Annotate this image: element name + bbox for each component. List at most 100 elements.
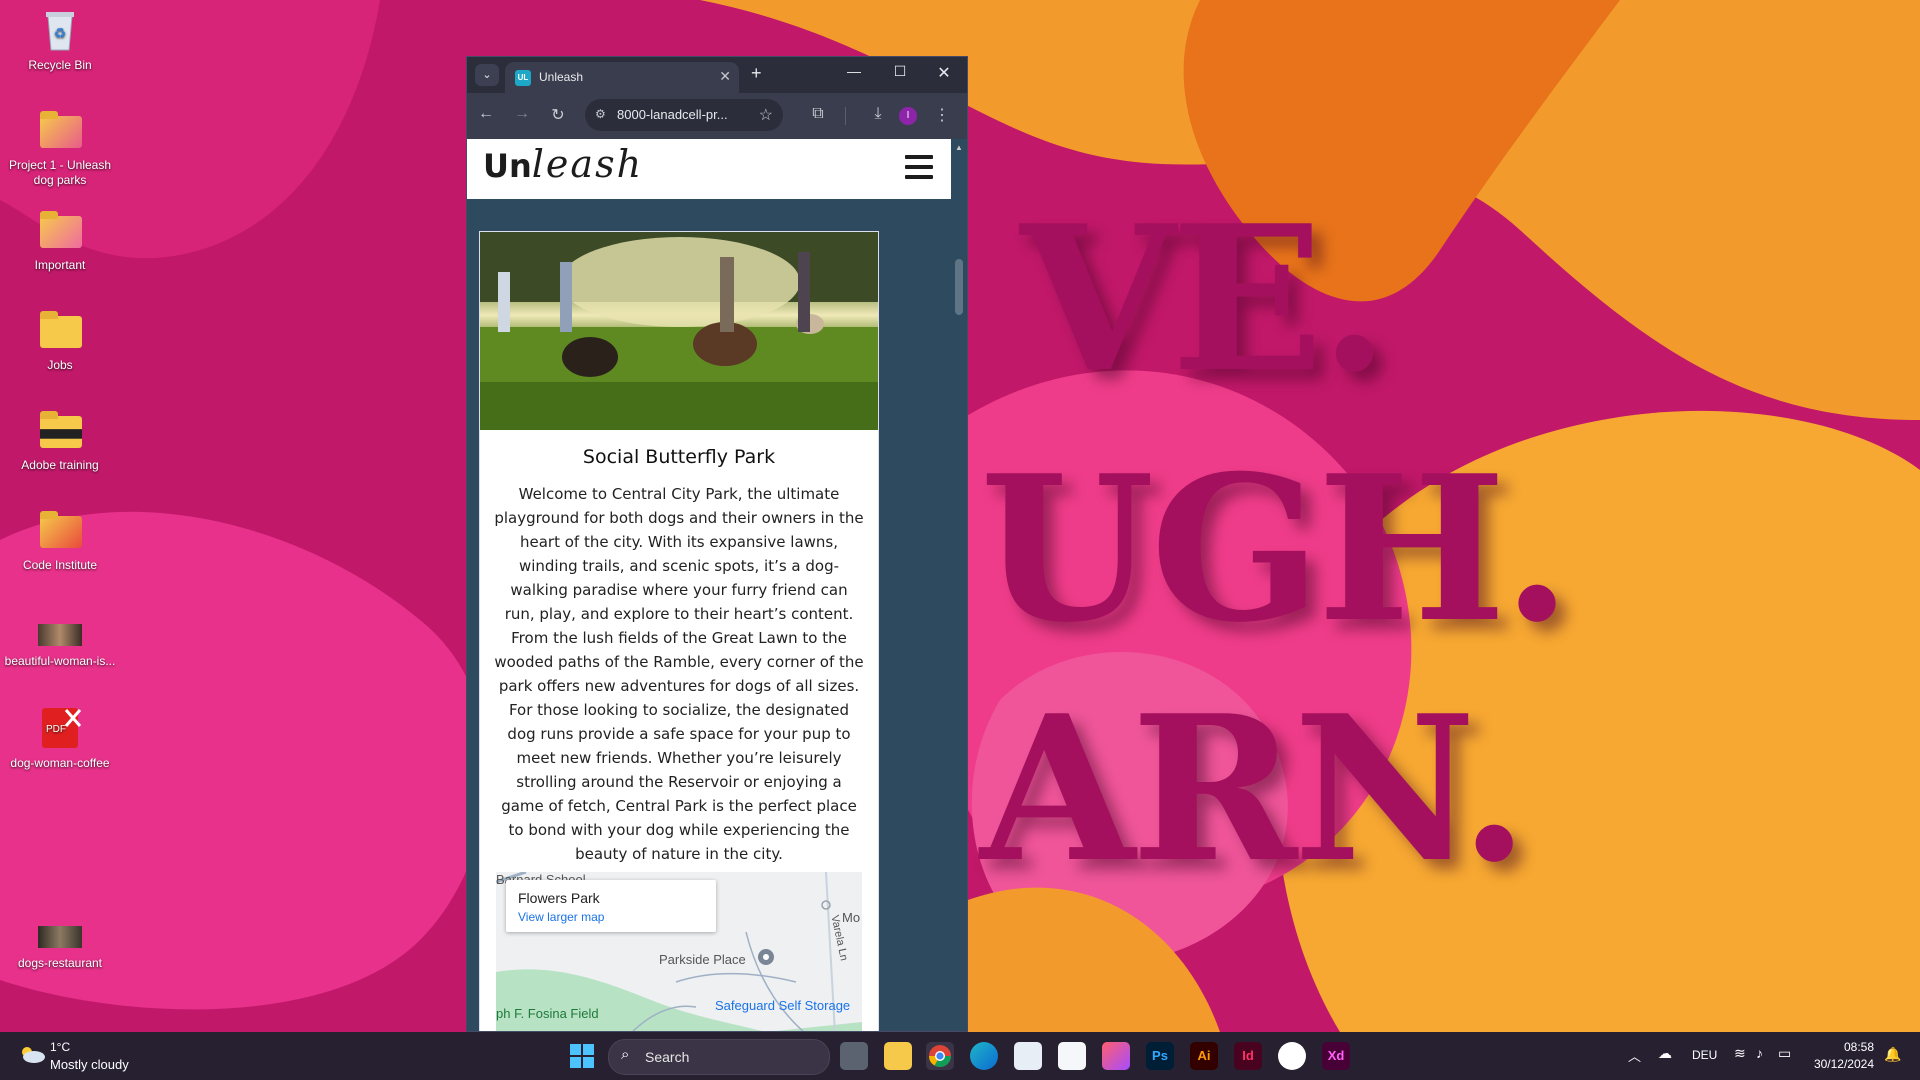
site-logo[interactable]: Unleash bbox=[483, 145, 643, 184]
profile-avatar[interactable]: I bbox=[899, 107, 917, 125]
scroll-thumb[interactable] bbox=[955, 259, 963, 315]
task-view-icon[interactable] bbox=[840, 1042, 868, 1070]
volume-icon[interactable]: ♪ bbox=[1756, 1045, 1763, 1061]
map-place-name: Flowers Park bbox=[518, 890, 600, 906]
back-icon[interactable]: ← bbox=[475, 105, 497, 123]
map-label-field: ph F. Fosina Field bbox=[496, 1006, 599, 1021]
site-header: Unleash bbox=[467, 139, 951, 199]
photoshop-icon[interactable]: Ps bbox=[1146, 1042, 1174, 1070]
cloud-weather-icon[interactable] bbox=[18, 1044, 46, 1064]
calendar-icon[interactable] bbox=[1058, 1042, 1086, 1070]
site-info-icon[interactable]: ⚙ bbox=[595, 107, 606, 121]
pdf-icon: PDF bbox=[36, 706, 84, 750]
wallpaper-word-1: VE. bbox=[1020, 182, 1389, 417]
search-icon: ⌕ bbox=[621, 1046, 630, 1063]
folder-icon bbox=[36, 108, 84, 152]
clock-date[interactable]: 30/12/2024 bbox=[1794, 1057, 1874, 1071]
onedrive-icon[interactable]: ☁ bbox=[1658, 1045, 1672, 1062]
folder-icon bbox=[36, 508, 84, 552]
desktop-icon-label: Adobe training bbox=[21, 458, 99, 472]
desktop-icon-label: Recycle Bin bbox=[28, 58, 92, 72]
park-photo bbox=[480, 232, 878, 430]
language-indicator[interactable]: DEU bbox=[1692, 1048, 1717, 1062]
menu-icon[interactable]: ⋮ bbox=[931, 105, 953, 125]
download-icon[interactable]: ⤓ bbox=[867, 105, 889, 123]
map-info-box: Flowers Park View larger map bbox=[506, 880, 716, 932]
hamburger-menu-icon[interactable] bbox=[905, 155, 933, 181]
image-thumbnail-icon bbox=[36, 620, 84, 648]
weather-temperature[interactable]: 1°C bbox=[50, 1040, 70, 1054]
store-icon[interactable] bbox=[1014, 1042, 1042, 1070]
tab-title: Unleash bbox=[539, 70, 584, 84]
windows-start-icon[interactable] bbox=[570, 1044, 594, 1068]
desktop-icon-woman-image[interactable]: beautiful-woman-is... bbox=[0, 620, 120, 669]
desktop-icon-adobe-training[interactable]: Adobe training bbox=[0, 408, 120, 473]
map-label-parkside: Parkside Place bbox=[659, 952, 746, 967]
wallpaper-word-2: UGH. bbox=[980, 432, 1572, 667]
creative-cloud-icon[interactable] bbox=[1102, 1042, 1130, 1070]
park-description: Welcome to Central City Park, the ultima… bbox=[494, 485, 864, 863]
desktop-icon-label: Code Institute bbox=[22, 558, 98, 572]
embedded-map[interactable]: Barnard School Mo Varela Ln Parkside Pla… bbox=[496, 872, 862, 1031]
desktop-icon-recycle-bin[interactable]: ♻ Recycle Bin bbox=[0, 8, 120, 73]
tab-unleash[interactable]: UL Unleash ✕ bbox=[505, 62, 739, 93]
chevron-up-icon[interactable]: ︿ bbox=[1628, 1046, 1641, 1065]
extensions-icon[interactable]: ⧉ bbox=[807, 105, 829, 123]
desktop-icon-dogs-restaurant[interactable]: dogs-restaurant bbox=[0, 922, 120, 971]
desktop-icon-code-institute[interactable]: Code Institute bbox=[0, 508, 120, 573]
scroll-up-icon[interactable]: ▲ bbox=[955, 143, 963, 152]
close-window-icon[interactable]: ✕ bbox=[929, 63, 959, 83]
desktop-icon-label: dog-woman-coffee bbox=[10, 756, 110, 770]
tab-strip: ⌄ UL Unleash ✕ + — ☐ ✕ bbox=[467, 57, 967, 93]
desktop-icon-pdf[interactable]: PDF dog-woman-coffee bbox=[0, 706, 120, 771]
battery-icon[interactable]: ▭ bbox=[1778, 1045, 1791, 1062]
taskbar-search[interactable]: ⌕ Search bbox=[608, 1039, 830, 1075]
chrome-icon[interactable] bbox=[926, 1042, 954, 1070]
tab-list-icon[interactable]: ⌄ bbox=[475, 64, 499, 86]
svg-text:♻: ♻ bbox=[54, 25, 67, 41]
browser-toolbar: ← → ↻ ⚙ 8000-lanadcell-pr... ☆ ⧉ ⤓ I ⋮ bbox=[467, 93, 967, 139]
address-bar[interactable]: ⚙ 8000-lanadcell-pr... ☆ bbox=[585, 99, 783, 131]
desktop-icon-jobs[interactable]: Jobs bbox=[0, 308, 120, 373]
star-icon[interactable]: ☆ bbox=[759, 105, 773, 125]
svg-text:PDF: PDF bbox=[46, 724, 66, 735]
desktop-icon-label: Important bbox=[34, 258, 86, 272]
desktop-icon-label: dogs-restaurant bbox=[17, 956, 103, 970]
notification-bell-icon[interactable]: 🔔 bbox=[1884, 1046, 1901, 1063]
folder-icon bbox=[36, 308, 84, 352]
url-text[interactable]: 8000-lanadcell-pr... bbox=[617, 107, 728, 122]
view-larger-map-link[interactable]: View larger map bbox=[518, 910, 604, 924]
desktop-icon-project-folder[interactable]: Project 1 - Unleash dog parks bbox=[0, 108, 120, 188]
xd-icon[interactable]: Xd bbox=[1322, 1042, 1350, 1070]
file-explorer-icon[interactable] bbox=[884, 1042, 912, 1070]
wifi-icon[interactable]: ≋ bbox=[1734, 1045, 1746, 1062]
image-thumbnail-icon bbox=[36, 922, 84, 950]
plus-icon[interactable]: + bbox=[751, 63, 762, 84]
favicon-icon: UL bbox=[515, 70, 531, 86]
taskbar: 1°C Mostly cloudy ⌕ Search Ps Ai Id Xd ︿… bbox=[0, 1032, 1920, 1080]
page-viewport: Unleash Social Butterfly Park Welcome to… bbox=[467, 139, 951, 1031]
park-card: Social Butterfly Park Welcome to Central… bbox=[479, 231, 879, 1031]
edge-icon[interactable] bbox=[970, 1042, 998, 1070]
recycle-bin-icon: ♻ bbox=[36, 8, 84, 52]
logo-bold: Un bbox=[483, 147, 532, 185]
weather-condition[interactable]: Mostly cloudy bbox=[50, 1057, 129, 1072]
illustrator-icon[interactable]: Ai bbox=[1190, 1042, 1218, 1070]
desktop-icon-label: beautiful-woman-is... bbox=[4, 654, 116, 668]
close-icon[interactable]: ✕ bbox=[719, 68, 731, 85]
desktop-icon-important[interactable]: Important bbox=[0, 208, 120, 273]
wallpaper-word-3: ARN. bbox=[980, 672, 1529, 907]
indesign-icon[interactable]: Id bbox=[1234, 1042, 1262, 1070]
forward-icon[interactable]: → bbox=[511, 105, 533, 123]
reload-icon[interactable]: ↻ bbox=[547, 105, 569, 125]
folder-icon bbox=[36, 208, 84, 252]
logo-italic: leash bbox=[531, 142, 644, 186]
search-label: Search bbox=[645, 1049, 690, 1065]
desktop-icon-label: Jobs bbox=[47, 358, 73, 372]
page-scrollbar[interactable]: ▲ bbox=[951, 139, 967, 1031]
slack-icon[interactable] bbox=[1278, 1042, 1306, 1070]
clock-time[interactable]: 08:58 bbox=[1814, 1040, 1874, 1054]
minimize-icon[interactable]: — bbox=[839, 63, 869, 79]
maximize-icon[interactable]: ☐ bbox=[885, 63, 915, 80]
toolbar-divider bbox=[845, 107, 846, 125]
